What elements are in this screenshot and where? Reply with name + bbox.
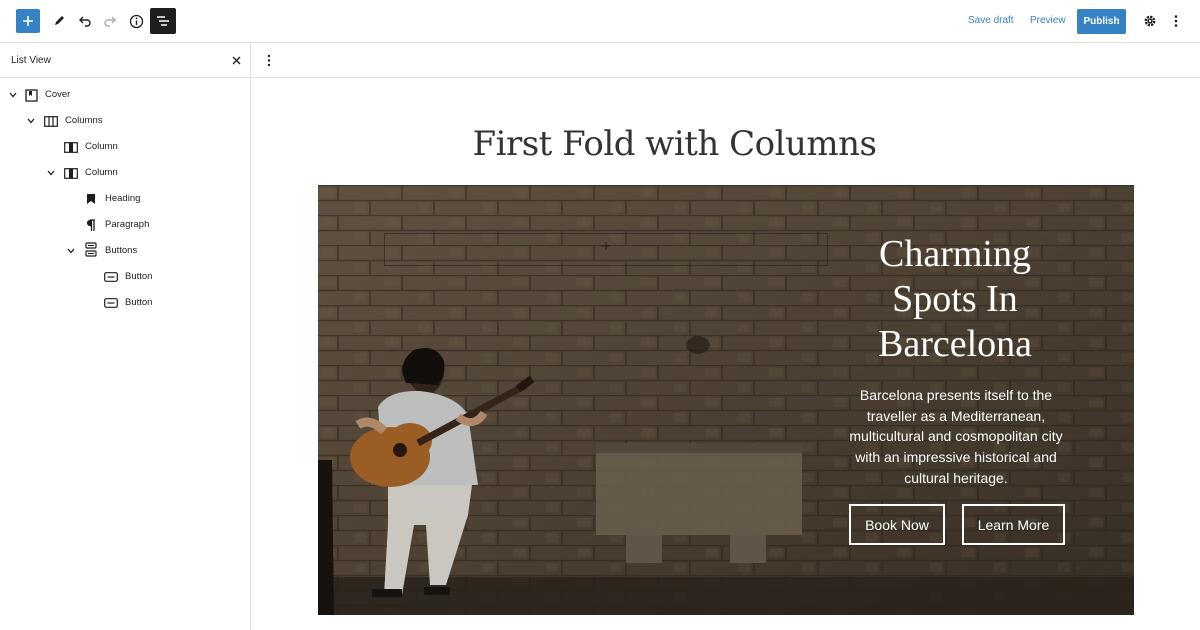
close-icon <box>232 56 240 64</box>
cover-paragraph[interactable]: Barcelona presents itself to the travell… <box>846 385 1066 489</box>
tree-item-button[interactable]: Button <box>0 267 250 287</box>
tree-item-label: Button <box>125 297 153 308</box>
columns-icon <box>44 114 58 128</box>
editor-toolbar: Save draft Preview Publish <box>0 0 1200 43</box>
book-now-button[interactable]: Book Now <box>849 504 945 545</box>
tree-item-column[interactable]: Column <box>0 137 250 157</box>
block-options-button[interactable] <box>262 52 276 68</box>
button-icon <box>104 296 118 310</box>
block-toolbar-strip <box>252 43 1200 78</box>
pilcrow-icon <box>84 218 98 232</box>
details-button[interactable] <box>123 8 149 34</box>
tree-item-buttons[interactable]: Buttons <box>0 241 250 261</box>
kebab-icon <box>1174 15 1178 27</box>
redo-icon <box>104 16 116 27</box>
tree-item-label: Column <box>85 167 118 178</box>
publish-button[interactable]: Publish <box>1077 9 1126 34</box>
cover-heading[interactable]: Charming Spots In Barcelona <box>838 232 1072 367</box>
list-view-panel: List View Cover Columns Column Column He… <box>0 43 251 630</box>
list-view-icon <box>157 16 169 26</box>
plus-icon <box>23 16 33 26</box>
close-list-view-button[interactable] <box>228 52 244 68</box>
tree-item-cover[interactable]: Cover <box>0 85 250 105</box>
tree-item-label: Paragraph <box>105 219 150 230</box>
chevron-down-icon[interactable] <box>8 90 18 100</box>
chevron-down-icon[interactable] <box>46 168 56 178</box>
settings-button[interactable] <box>1137 8 1163 34</box>
tree-item-columns[interactable]: Columns <box>0 111 250 131</box>
more-options-button[interactable] <box>1163 8 1189 34</box>
page-title[interactable]: First Fold with Columns <box>252 124 1097 164</box>
tree-item-label: Buttons <box>105 245 138 256</box>
tree-item-paragraph[interactable]: Paragraph <box>0 215 250 235</box>
info-icon <box>129 14 143 28</box>
list-view-toggle[interactable] <box>150 8 176 34</box>
undo-icon <box>79 16 91 27</box>
kebab-icon <box>267 54 271 66</box>
tree-item-button[interactable]: Button <box>0 293 250 313</box>
tree-item-label: Heading <box>105 193 141 204</box>
plus-icon[interactable] <box>601 241 611 251</box>
tree-item-label: Column <box>85 141 118 152</box>
chevron-down-icon[interactable] <box>26 116 36 126</box>
add-block-button[interactable] <box>16 9 40 33</box>
learn-more-button[interactable]: Learn More <box>962 504 1065 545</box>
cover-block[interactable]: Charming Spots In Barcelona Barcelona pr… <box>318 185 1134 615</box>
list-view-header: List View <box>0 43 250 78</box>
tree-item-heading[interactable]: Heading <box>0 189 250 209</box>
column-icon <box>64 166 78 180</box>
gear-icon <box>1144 15 1156 27</box>
chevron-down-icon[interactable] <box>66 246 76 256</box>
redo-button[interactable] <box>97 8 123 34</box>
cover-icon <box>24 88 38 102</box>
save-draft-button[interactable]: Save draft <box>968 15 1014 26</box>
column-icon <box>64 140 78 154</box>
undo-button[interactable] <box>72 8 98 34</box>
tree-item-label: Columns <box>65 115 103 126</box>
tree-item-label: Button <box>125 271 153 282</box>
tools-button[interactable] <box>46 8 72 34</box>
pencil-icon <box>55 16 64 25</box>
button-icon <box>104 270 118 284</box>
preview-button[interactable]: Preview <box>1030 15 1066 26</box>
list-view-title: List View <box>11 55 51 66</box>
bookmark-icon <box>84 192 98 206</box>
buttons-icon <box>84 241 98 257</box>
tree-item-label: Cover <box>45 89 71 100</box>
tree-item-column[interactable]: Column <box>0 163 250 183</box>
